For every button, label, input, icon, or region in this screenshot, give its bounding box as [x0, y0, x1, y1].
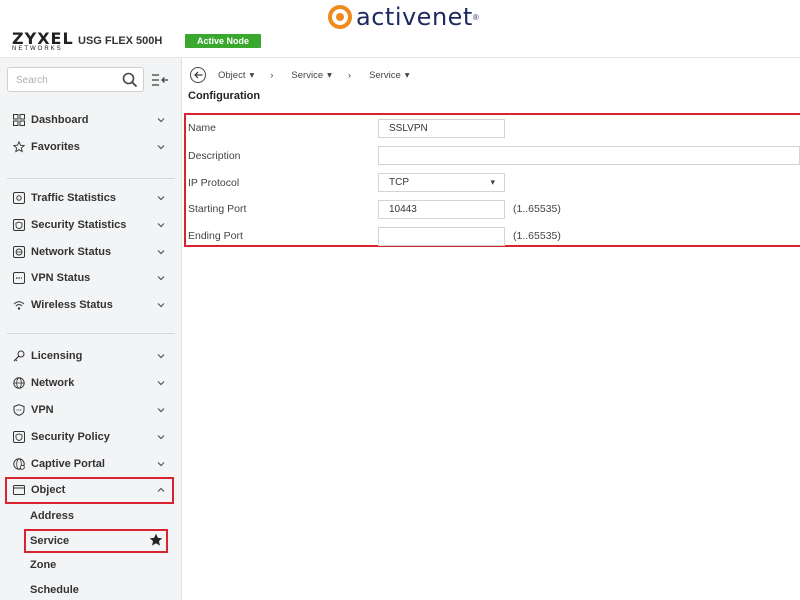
dashboard-icon: [13, 114, 25, 126]
collapse-sidebar-icon[interactable]: [151, 72, 169, 88]
sidebar-item-captive-portal[interactable]: Captive Portal: [13, 454, 165, 474]
zyxel-logo: ZYXEL NETWORKS: [12, 29, 74, 53]
sidebar-subitem-zone[interactable]: Zone: [30, 559, 56, 571]
chevron-down-icon: [157, 118, 165, 123]
chevron-down-icon: [157, 250, 165, 255]
sidebar-item-security-statistics[interactable]: Security Statistics: [13, 215, 165, 235]
brand-name: ZYXEL: [12, 29, 74, 48]
sidebar-item-label: Security Policy: [31, 431, 110, 443]
top-header: ZYXEL NETWORKS USG FLEX 500H Active Node…: [0, 0, 800, 58]
sidebar-item-label: Security Statistics: [31, 219, 127, 231]
activenet-logo-icon: [328, 5, 352, 29]
sidebar-item-network[interactable]: Network: [13, 373, 165, 393]
starting-port-range-hint: (1..65535): [513, 203, 561, 215]
ip-protocol-select[interactable]: TCP ▾: [378, 173, 505, 192]
chevron-down-icon: [157, 223, 165, 228]
sidebar-subitem-address[interactable]: Address: [30, 510, 74, 522]
network-status-icon: [13, 246, 25, 258]
ending-port-field[interactable]: [378, 227, 505, 246]
arrow-left-icon: [193, 71, 202, 79]
security-policy-icon: [13, 431, 25, 443]
sidebar-item-label: Licensing: [31, 350, 83, 362]
chevron-down-icon: [157, 303, 165, 308]
chevron-down-icon: [157, 354, 165, 359]
sidebar-divider: [7, 178, 175, 179]
caret-down-icon[interactable]: ▾: [405, 70, 410, 81]
sidebar-item-vpn-status[interactable]: VPN Status: [13, 268, 165, 288]
sidebar-item-dashboard[interactable]: Dashboard: [13, 110, 165, 130]
ending-port-range-hint: (1..65535): [513, 230, 561, 242]
breadcrumb-service[interactable]: Service: [291, 70, 323, 81]
traffic-statistics-icon: [13, 192, 25, 204]
sidebar-item-label: Network: [31, 377, 75, 389]
ip-protocol-value: TCP: [389, 177, 409, 188]
security-statistics-icon: [13, 219, 25, 231]
vpn-status-icon: [13, 272, 25, 284]
wireless-icon: [13, 301, 25, 310]
shield-icon: [13, 404, 25, 416]
active-node-badge: Active Node: [185, 34, 261, 48]
chevron-down-icon: [157, 408, 165, 413]
sidebar-item-network-status[interactable]: Network Status: [13, 242, 165, 262]
sidebar-item-security-policy[interactable]: Security Policy: [13, 427, 165, 447]
sidebar-item-traffic-statistics[interactable]: Traffic Statistics: [13, 188, 165, 208]
breadcrumb-service-current[interactable]: Service: [369, 70, 401, 81]
ip-protocol-label: IP Protocol: [188, 177, 240, 189]
page-title: Configuration: [188, 90, 261, 102]
sidebar-item-label: Network Status: [31, 246, 112, 258]
name-field[interactable]: SSLVPN: [378, 119, 505, 138]
sidebar-item-label: VPN Status: [31, 272, 91, 284]
chevron-down-icon: [157, 381, 165, 386]
search-box[interactable]: [7, 67, 144, 92]
chevron-down-icon: [157, 276, 165, 281]
sidebar-item-licensing[interactable]: Licensing: [13, 346, 165, 366]
chevron-down-icon: [157, 435, 165, 440]
caret-down-icon[interactable]: ▾: [249, 70, 254, 81]
sidebar-item-wireless-status[interactable]: Wireless Status: [13, 295, 165, 315]
starting-port-field[interactable]: 10443: [378, 200, 505, 219]
starting-port-label: Starting Port: [188, 203, 247, 215]
registered-mark: ®: [472, 12, 479, 22]
activenet-logo: activenet ®: [328, 3, 479, 31]
sidebar-item-label: Traffic Statistics: [31, 192, 116, 204]
device-model: USG FLEX 500H: [78, 35, 163, 47]
back-button[interactable]: [190, 67, 206, 83]
name-label: Name: [188, 122, 217, 134]
ending-port-label: Ending Port: [188, 230, 243, 242]
sidebar-item-label: VPN: [31, 404, 54, 416]
sidebar-item-label: Favorites: [31, 141, 80, 153]
description-label: Description: [188, 150, 241, 162]
sidebar-item-label: Captive Portal: [31, 458, 105, 470]
chevron-down-icon: [157, 462, 165, 467]
activenet-logo-text: activenet: [356, 3, 473, 31]
sidebar-item-label: Wireless Status: [31, 299, 113, 311]
captive-portal-icon: [13, 458, 25, 470]
chevron-right-icon: ›: [270, 69, 274, 81]
object-highlight-box: [5, 477, 174, 504]
chevron-down-icon: [157, 145, 165, 150]
chevron-right-icon: ›: [347, 69, 352, 81]
search-icon[interactable]: [122, 72, 138, 88]
chevron-down-icon: [157, 196, 165, 201]
search-input[interactable]: [16, 72, 116, 88]
breadcrumb: Object ▾ › Service ▾ › Service ▾: [190, 66, 426, 84]
sidebar-divider: [7, 333, 175, 334]
key-icon: [13, 350, 25, 362]
service-highlight-box: [24, 529, 168, 553]
breadcrumb-object[interactable]: Object: [218, 70, 245, 81]
sidebar-item-vpn[interactable]: VPN: [13, 400, 165, 420]
globe-icon: [13, 377, 25, 389]
caret-down-icon[interactable]: ▾: [327, 70, 332, 81]
sidebar-item-favorites[interactable]: Favorites: [13, 137, 165, 157]
dropdown-caret-icon: ▾: [490, 177, 495, 187]
star-outline-icon: [13, 141, 25, 153]
description-field[interactable]: [378, 146, 800, 165]
sidebar-subitem-schedule[interactable]: Schedule: [30, 584, 79, 596]
sidebar-item-label: Dashboard: [31, 114, 89, 126]
